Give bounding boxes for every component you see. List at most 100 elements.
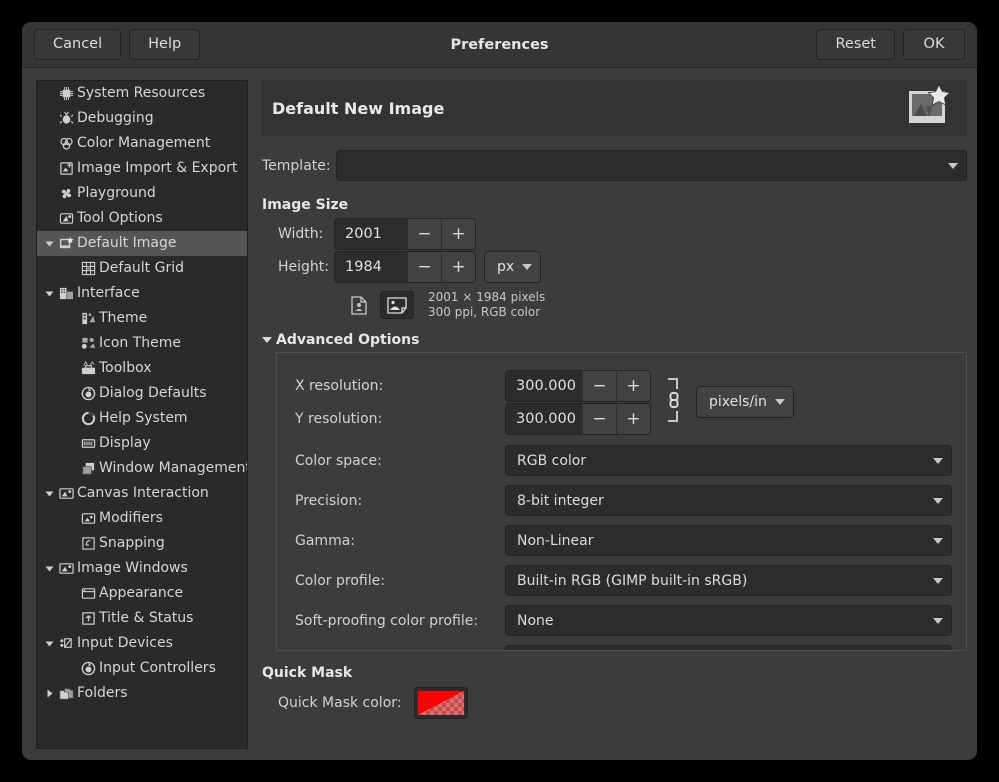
page-title: Default New Image bbox=[272, 99, 444, 118]
panel-header: Default New Image bbox=[262, 80, 967, 136]
width-decrement-button[interactable]: − bbox=[407, 219, 441, 249]
sidebar-item-theme[interactable]: Theme bbox=[37, 306, 247, 331]
chevron-down-icon[interactable] bbox=[41, 288, 57, 299]
sidebar-item-appearance[interactable]: Appearance bbox=[37, 581, 247, 606]
height-decrement-button[interactable]: − bbox=[407, 252, 441, 282]
sidebar-item-folders[interactable]: Folders bbox=[37, 681, 247, 706]
tool-options-icon bbox=[57, 211, 76, 226]
sidebar-item-default-grid[interactable]: Default Grid bbox=[37, 256, 247, 281]
landscape-orientation-button[interactable] bbox=[380, 291, 414, 319]
width-spinner[interactable]: 2001 − + bbox=[334, 218, 476, 250]
preferences-category-tree[interactable]: System ResourcesDebuggingColor Managemen… bbox=[36, 80, 248, 749]
y-resolution-increment-button[interactable]: + bbox=[616, 404, 650, 434]
x-resolution-input[interactable]: 300.000 bbox=[506, 371, 582, 401]
width-label: Width: bbox=[262, 226, 334, 242]
chevron-down-icon[interactable] bbox=[41, 638, 57, 649]
chevron-down-icon[interactable] bbox=[41, 488, 57, 499]
sidebar-item-image-windows[interactable]: Image Windows bbox=[37, 556, 247, 581]
landscape-orientation-icon bbox=[387, 297, 407, 314]
sidebar-item-default-image[interactable]: Default Image bbox=[37, 231, 247, 256]
sidebar-item-playground[interactable]: Playground bbox=[37, 181, 247, 206]
icon-theme-icon bbox=[79, 336, 98, 351]
sidebar-item-input-devices[interactable]: Input Devices bbox=[37, 631, 247, 656]
soft-proofing-color-profile-label: Soft-proofing color profile: bbox=[295, 613, 505, 629]
sidebar-item-interface[interactable]: Interface bbox=[37, 281, 247, 306]
sidebar-item-image-import-export[interactable]: Image Import & Export bbox=[37, 156, 247, 181]
sidebar-item-label: Icon Theme bbox=[99, 331, 181, 356]
template-combo[interactable] bbox=[336, 150, 967, 181]
sidebar-item-snapping[interactable]: Snapping bbox=[37, 531, 247, 556]
color-management-icon bbox=[57, 136, 76, 151]
canvas-interaction-icon bbox=[57, 486, 76, 501]
clipped-extra-combo[interactable] bbox=[505, 645, 952, 651]
preferences-dialog: Cancel Help Preferences Reset OK System … bbox=[22, 22, 977, 760]
theme-icon bbox=[79, 311, 98, 326]
x-resolution-increment-button[interactable]: + bbox=[616, 371, 650, 401]
sidebar-item-label: Appearance bbox=[99, 581, 183, 606]
input-controllers-icon bbox=[79, 661, 98, 676]
sidebar-item-modifiers[interactable]: Modifiers bbox=[37, 506, 247, 531]
y-resolution-input[interactable]: 300.000 bbox=[506, 404, 582, 434]
sidebar-item-window-management[interactable]: Window Management bbox=[37, 456, 247, 481]
x-resolution-spinner[interactable]: 300.000 − + bbox=[505, 370, 651, 402]
sidebar-item-system-resources[interactable]: System Resources bbox=[37, 81, 247, 106]
size-unit-value: px bbox=[497, 259, 514, 275]
sidebar-item-input-controllers[interactable]: Input Controllers bbox=[37, 656, 247, 681]
x-resolution-decrement-button[interactable]: − bbox=[582, 371, 616, 401]
advanced-options-expander[interactable]: Advanced Options bbox=[262, 332, 967, 348]
sidebar-item-icon-theme[interactable]: Icon Theme bbox=[37, 331, 247, 356]
title-status-icon bbox=[79, 611, 98, 626]
gamma-row: Gamma:Non-Linear bbox=[295, 525, 952, 556]
sidebar-item-canvas-interaction[interactable]: Canvas Interaction bbox=[37, 481, 247, 506]
chevron-down-icon bbox=[948, 163, 958, 169]
cancel-button[interactable]: Cancel bbox=[34, 29, 121, 60]
precision-row: Precision:8-bit integer bbox=[295, 485, 952, 516]
y-resolution-decrement-button[interactable]: − bbox=[582, 404, 616, 434]
soft-proofing-color-profile-combo[interactable]: None bbox=[505, 605, 952, 636]
sidebar-item-color-management[interactable]: Color Management bbox=[37, 131, 247, 156]
height-row: Height: 1984 − + px bbox=[262, 251, 967, 283]
display-icon bbox=[79, 436, 98, 451]
sidebar-item-title-status[interactable]: Title & Status bbox=[37, 606, 247, 631]
sidebar-item-dialog-defaults[interactable]: Dialog Defaults bbox=[37, 381, 247, 406]
portrait-orientation-button[interactable] bbox=[342, 291, 376, 319]
chevron-down-icon[interactable] bbox=[41, 238, 57, 249]
resolution-chain-button[interactable] bbox=[662, 367, 684, 437]
sidebar-item-toolbox[interactable]: Toolbox bbox=[37, 356, 247, 381]
image-windows-icon bbox=[57, 561, 76, 576]
sidebar-item-display[interactable]: Display bbox=[37, 431, 247, 456]
width-input[interactable]: 2001 bbox=[335, 219, 407, 249]
help-system-icon bbox=[79, 411, 98, 426]
image-size-section: Image Size Width: 2001 − + Height: 1984 … bbox=[262, 197, 967, 320]
sidebar-item-help-system[interactable]: Help System bbox=[37, 406, 247, 431]
reset-button[interactable]: Reset bbox=[816, 29, 895, 60]
size-unit-combo[interactable]: px bbox=[484, 251, 541, 283]
color-space-combo[interactable]: RGB color bbox=[505, 445, 952, 476]
soft-proofing-color-profile-value: None bbox=[517, 613, 925, 629]
height-input[interactable]: 1984 bbox=[335, 252, 407, 282]
color-profile-combo[interactable]: Built-in RGB (GIMP built-in sRGB) bbox=[505, 565, 952, 596]
sidebar-item-tool-options[interactable]: Tool Options bbox=[37, 206, 247, 231]
sidebar-item-label: System Resources bbox=[77, 81, 205, 106]
height-increment-button[interactable]: + bbox=[441, 252, 475, 282]
help-button[interactable]: Help bbox=[129, 29, 200, 60]
chevron-right-icon[interactable] bbox=[41, 688, 57, 699]
chevron-down-icon[interactable] bbox=[41, 563, 57, 574]
y-resolution-spinner[interactable]: 300.000 − + bbox=[505, 403, 651, 435]
height-spinner[interactable]: 1984 − + bbox=[334, 251, 476, 283]
color-space-value: RGB color bbox=[517, 453, 925, 469]
sidebar-item-debugging[interactable]: Debugging bbox=[37, 106, 247, 131]
gamma-label: Gamma: bbox=[295, 533, 505, 549]
precision-combo[interactable]: 8-bit integer bbox=[505, 485, 952, 516]
ok-button[interactable]: OK bbox=[903, 29, 965, 60]
resolution-unit-combo[interactable]: pixels/in bbox=[696, 386, 794, 418]
advanced-option-rows: Color space:RGB colorPrecision:8-bit int… bbox=[295, 445, 952, 636]
x-resolution-label: X resolution: bbox=[295, 378, 505, 394]
gamma-combo[interactable]: Non-Linear bbox=[505, 525, 952, 556]
sidebar-item-label: Input Controllers bbox=[99, 656, 216, 681]
width-increment-button[interactable]: + bbox=[441, 219, 475, 249]
chevron-down-icon bbox=[933, 538, 943, 544]
sidebar-item-label: Default Grid bbox=[99, 256, 184, 281]
debugging-icon bbox=[57, 111, 76, 126]
quick-mask-color-swatch[interactable] bbox=[414, 687, 468, 719]
